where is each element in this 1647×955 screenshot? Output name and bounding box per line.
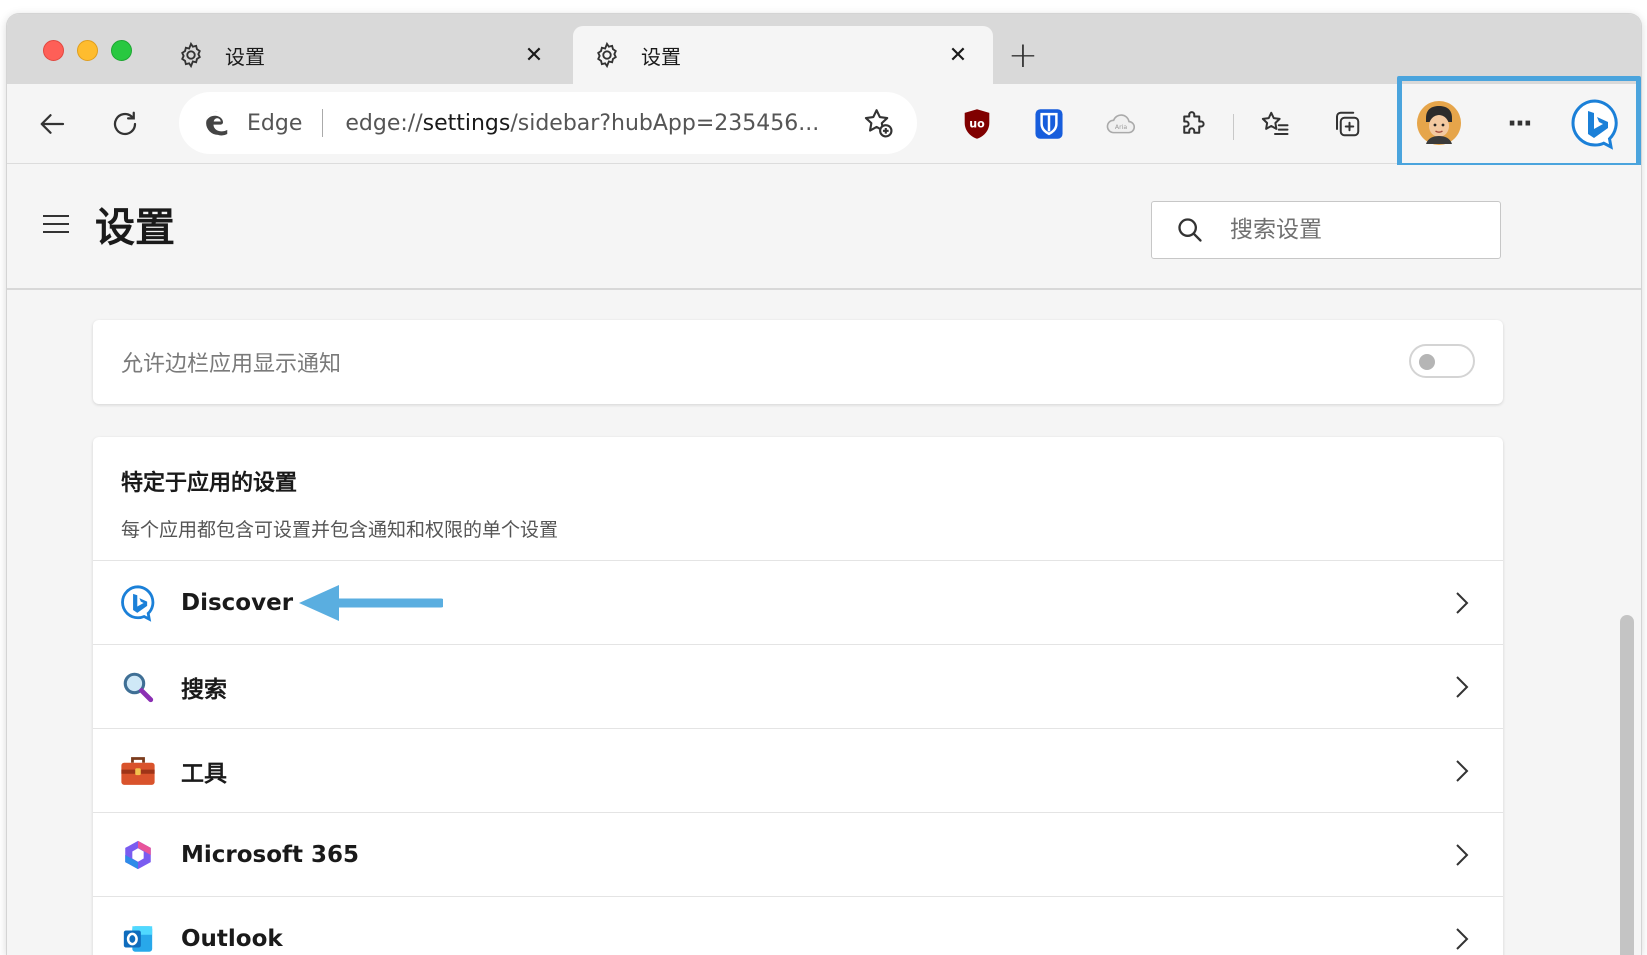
app-settings-header: 特定于应用的设置 每个应用都包含可设置并包含通知和权限的单个设置 xyxy=(93,437,1503,561)
tab-settings-2[interactable]: 设置 ✕ xyxy=(573,26,993,84)
cloud-icon: Aria xyxy=(1106,114,1135,134)
tab-settings-1[interactable]: 设置 ✕ xyxy=(157,26,569,84)
refresh-icon xyxy=(113,111,137,136)
address-separator xyxy=(322,109,324,137)
page-title: 设置 xyxy=(95,205,175,251)
microsoft-365-icon xyxy=(119,836,157,874)
chevron-right-icon xyxy=(1456,844,1469,866)
chevron-right-icon xyxy=(1456,592,1469,614)
gear-icon xyxy=(181,41,201,69)
app-name: Microsoft 365 xyxy=(181,841,360,868)
app-row-outlook[interactable]: Outlook xyxy=(93,897,1503,955)
address-bar[interactable]: Edge edge://settings/sidebar?hubApp=2354… xyxy=(179,92,917,154)
favorites-button[interactable] xyxy=(1253,102,1297,146)
cloud-extension-button[interactable]: Aria xyxy=(1099,102,1143,146)
add-favorite-icon[interactable] xyxy=(861,106,895,140)
back-button[interactable] xyxy=(31,102,75,146)
app-row-discover[interactable]: Discover xyxy=(93,561,1503,645)
toolbar-divider xyxy=(1233,114,1234,140)
url-rest: /sidebar?hubApp=235456... xyxy=(510,110,820,136)
bitwarden-icon xyxy=(1035,109,1063,139)
minimize-window-button[interactable] xyxy=(77,40,98,61)
tab-title: 设置 xyxy=(641,44,681,69)
toolbar: Edge edge://settings/sidebar?hubApp=2354… xyxy=(7,76,1641,168)
ublock-icon: uo xyxy=(964,109,990,139)
notification-toggle[interactable] xyxy=(1409,344,1475,378)
url-prefix: edge:// xyxy=(345,110,423,136)
app-row-microsoft-365[interactable]: Microsoft 365 xyxy=(93,813,1503,897)
app-name: Discover xyxy=(181,589,294,616)
bitwarden-button[interactable] xyxy=(1027,102,1071,146)
tab-close-button[interactable]: ✕ xyxy=(943,43,973,68)
address-brand-label: Edge xyxy=(247,110,303,136)
tab-strip: 设置 ✕ 设置 ✕ + xyxy=(7,14,1641,84)
search-input[interactable] xyxy=(1230,217,1480,243)
refresh-button[interactable] xyxy=(103,102,147,146)
search-icon xyxy=(1178,218,1202,242)
chevron-right-icon xyxy=(1456,676,1469,698)
settings-search[interactable] xyxy=(1151,201,1501,259)
svg-text:Aria: Aria xyxy=(1115,124,1127,131)
collections-icon xyxy=(1336,111,1360,137)
extensions-button[interactable] xyxy=(1171,102,1215,146)
notification-setting-label: 允许边栏应用显示通知 xyxy=(121,352,342,377)
app-settings-title: 特定于应用的设置 xyxy=(121,471,298,496)
chevron-right-icon xyxy=(1456,760,1469,782)
notification-setting-card: 允许边栏应用显示通知 xyxy=(93,320,1503,404)
close-window-button[interactable] xyxy=(43,40,64,61)
bing-discover-icon xyxy=(119,584,157,622)
extensions-icon xyxy=(1183,111,1205,134)
back-icon xyxy=(40,114,65,134)
app-name: Outlook xyxy=(181,925,283,952)
svg-text:uo: uo xyxy=(969,118,985,131)
collections-button[interactable] xyxy=(1325,102,1369,146)
app-row-tools[interactable]: 工具 xyxy=(93,729,1503,813)
zoom-window-button[interactable] xyxy=(111,40,132,61)
toggle-knob xyxy=(1419,354,1435,370)
browser-window: 设置 ✕ 设置 ✕ + Edge edge://settings/sidebar… xyxy=(7,14,1641,955)
url-text[interactable]: edge://settings/sidebar?hubApp=235456... xyxy=(345,111,819,136)
url-host: settings xyxy=(422,110,511,136)
app-name: 工具 xyxy=(181,760,227,787)
arrow-annotation-icon xyxy=(299,585,443,621)
app-settings-description: 每个应用都包含可设置并包含通知和权限的单个设置 xyxy=(121,519,559,541)
edge-logo-icon xyxy=(206,111,228,136)
ublock-button[interactable]: uo xyxy=(955,102,999,146)
tab-close-button[interactable]: ✕ xyxy=(519,43,549,68)
gear-icon xyxy=(597,41,617,69)
magnifier-icon xyxy=(119,668,157,706)
app-name: 搜索 xyxy=(181,676,227,703)
favorites-icon xyxy=(1261,111,1289,135)
hamburger-menu-icon[interactable] xyxy=(41,213,71,235)
chevron-right-icon xyxy=(1456,928,1469,950)
page-scrollbar[interactable] xyxy=(1620,615,1634,955)
app-settings-card: 特定于应用的设置 每个应用都包含可设置并包含通知和权限的单个设置 Discove… xyxy=(93,437,1503,955)
highlight-annotation-box xyxy=(1397,76,1641,168)
settings-page: 设置 允许边栏应用显示通知 特定于应用的设置 每个应用都包含可设置并包含通知和权… xyxy=(7,165,1641,955)
app-row-search[interactable]: 搜索 xyxy=(93,645,1503,729)
outlook-icon xyxy=(119,920,157,955)
settings-header: 设置 xyxy=(7,165,1641,290)
toolbox-icon xyxy=(119,752,157,790)
new-tab-button[interactable]: + xyxy=(1001,36,1045,80)
tab-title: 设置 xyxy=(225,44,265,69)
